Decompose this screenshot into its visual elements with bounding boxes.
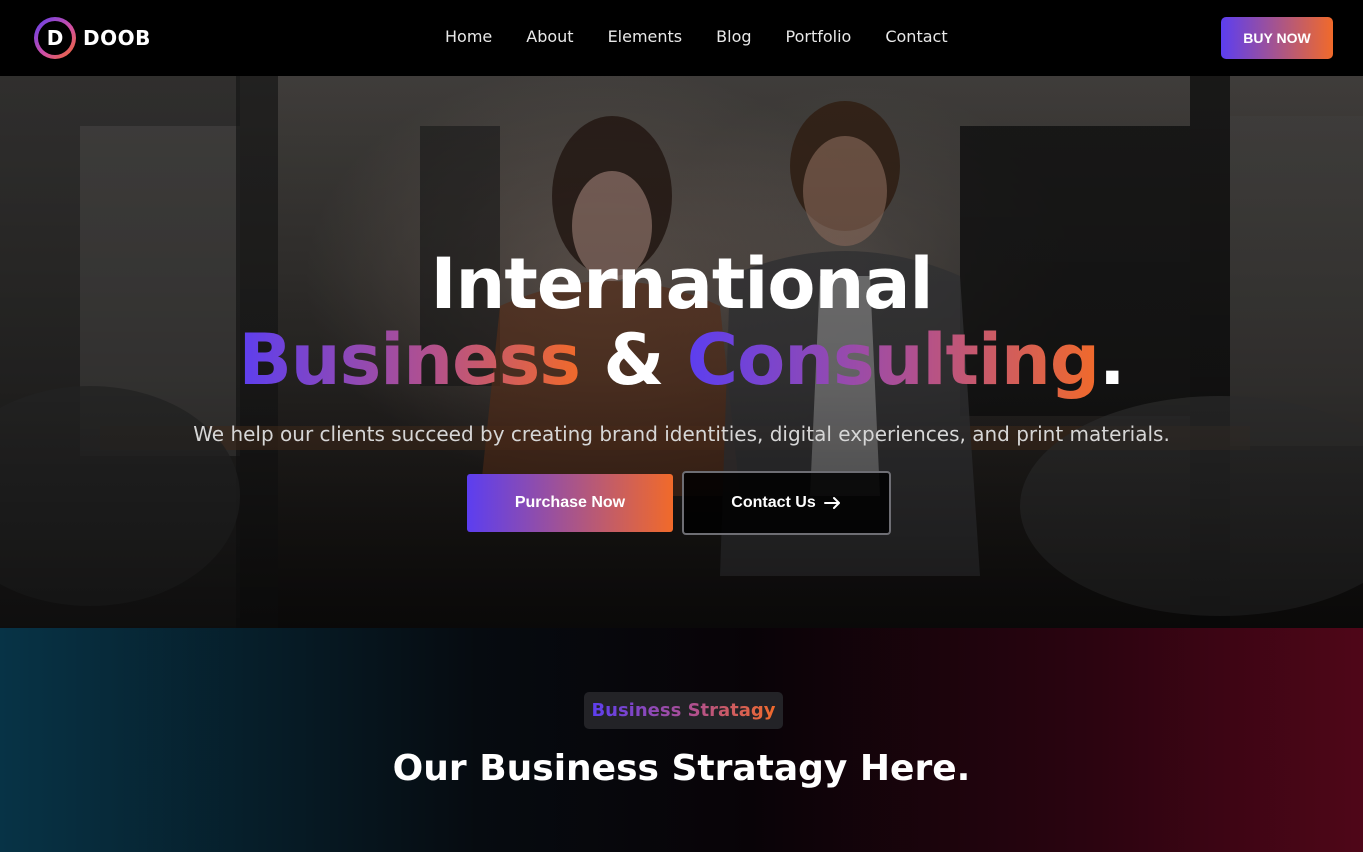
logo-letter: D (38, 21, 72, 55)
purchase-now-button[interactable]: Purchase Now (467, 474, 673, 532)
hero-title-line1: International (430, 243, 933, 325)
nav-about[interactable]: About (526, 27, 573, 46)
nav-elements[interactable]: Elements (608, 27, 683, 46)
section-badge-text: Business Stratagy (591, 700, 776, 721)
hero-subtitle: We help our clients succeed by creating … (193, 422, 1170, 446)
site-header: D DOOB Home About Elements Blog Portfoli… (0, 0, 1363, 76)
site-logo[interactable]: D DOOB (34, 17, 151, 59)
section-title: Our Business Stratagy Here. (392, 748, 971, 789)
hero-title-business: Business (238, 319, 580, 401)
hero-title-amp: & (603, 319, 664, 401)
arrow-right-icon (823, 497, 840, 509)
buy-now-button[interactable]: BUY NOW (1221, 17, 1333, 59)
strategy-section: Business Stratagy Our Business Stratagy … (0, 628, 1363, 852)
nav-blog[interactable]: Blog (716, 27, 751, 46)
nav-portfolio[interactable]: Portfolio (786, 27, 852, 46)
nav-contact[interactable]: Contact (885, 27, 947, 46)
logo-text: DOOB (83, 26, 151, 50)
hero-title-line2: Business & Consulting. (0, 320, 1363, 400)
nav-home[interactable]: Home (445, 27, 492, 46)
hero-title-dot: . (1098, 319, 1126, 401)
hero-section: International Business & Consulting. We … (0, 76, 1363, 628)
contact-us-label: Contact Us (731, 494, 816, 511)
main-nav: Home About Elements Blog Portfolio Conta… (445, 27, 948, 46)
hero-title-consulting: Consulting (686, 319, 1100, 401)
logo-icon: D (34, 17, 76, 59)
contact-us-button[interactable]: Contact Us (682, 471, 891, 535)
section-badge: Business Stratagy (584, 692, 783, 729)
